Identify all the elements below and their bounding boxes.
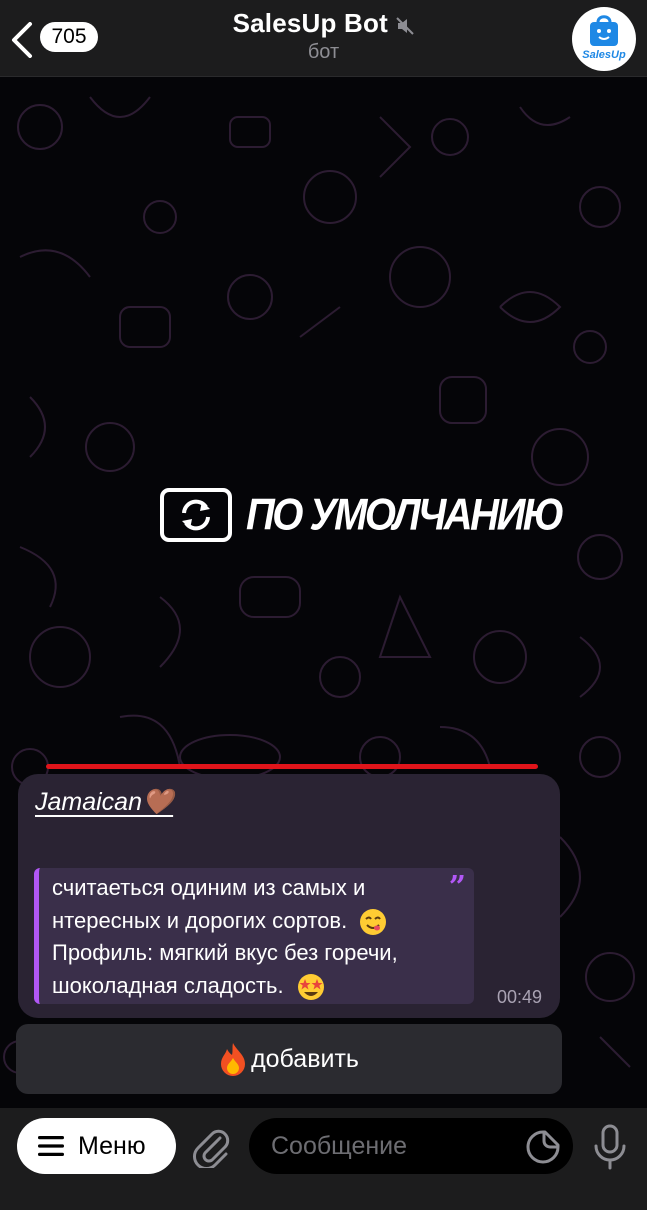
default-banner: ПО УМОЛЧАНИЮ: [160, 485, 565, 545]
message-title-link[interactable]: Jamaican🤎: [35, 788, 173, 817]
add-button-label: добавить: [251, 1044, 359, 1073]
avatar[interactable]: SalesUp: [572, 7, 636, 71]
quote-line: считаеться одиним из самых и: [52, 875, 366, 900]
chat-subtitle: бот: [307, 41, 340, 63]
red-divider-line: [46, 764, 538, 769]
paperclip-icon[interactable]: [192, 1124, 232, 1168]
chevron-left-icon: [12, 22, 32, 58]
unread-count-badge: 705: [40, 22, 98, 52]
message-time: 00:49: [496, 987, 542, 1007]
chat-title: SalesUp Bot: [232, 8, 388, 38]
message-input[interactable]: [249, 1118, 573, 1174]
back-button[interactable]: 705: [10, 18, 110, 60]
message-bubble[interactable]: Jamaican🤎 ” считаеться одиним из самых и…: [18, 774, 560, 1018]
sticker-icon[interactable]: [526, 1130, 560, 1164]
yum-emoji: [360, 908, 387, 935]
mute-icon: [396, 17, 415, 35]
input-bar: Меню: [0, 1108, 647, 1210]
banner-text: ПО УМОЛЧАНИЮ: [246, 489, 565, 540]
fire-icon: [221, 1043, 246, 1076]
chat-title-area[interactable]: SalesUp Bot бот: [150, 8, 497, 64]
chat-header: 705 SalesUp Bot бот SalesUp: [0, 0, 647, 77]
add-button[interactable]: добавить: [16, 1024, 562, 1094]
message-quote: ” считаеться одиним из самых и нтересных…: [34, 868, 474, 1004]
star-struck-emoji: [297, 973, 324, 1000]
quote-line: шоколадная сладость.: [52, 970, 456, 1003]
microphone-icon[interactable]: [592, 1124, 628, 1172]
shopping-bag-icon: [590, 15, 618, 46]
refresh-icon: [160, 488, 232, 542]
quote-icon: ”: [448, 870, 466, 905]
menu-button[interactable]: Меню: [17, 1118, 176, 1174]
avatar-logo-text: SalesUp: [582, 49, 626, 61]
quote-line: нтересных и дорогих сортов.: [52, 905, 456, 938]
quote-line: Профиль: мягкий вкус без горечи,: [52, 940, 398, 965]
menu-button-label: Меню: [78, 1131, 146, 1160]
hamburger-icon: [38, 1136, 64, 1156]
